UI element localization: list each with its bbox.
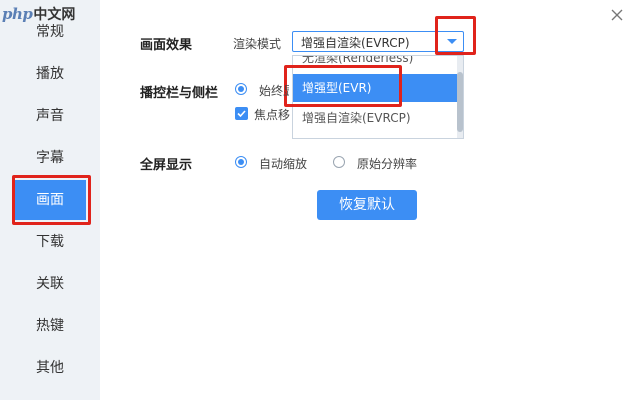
- auto-scale-radio-label: 自动缩放: [259, 157, 308, 171]
- sidebar-item-subtitles[interactable]: 字幕: [0, 138, 100, 178]
- picture-effect-label: 画面效果: [140, 38, 193, 53]
- sidebar-item-other[interactable]: 其他: [0, 348, 100, 388]
- chevron-down-icon: [447, 39, 457, 44]
- render-mode-dropdown-button[interactable]: [441, 32, 463, 51]
- render-mode-select[interactable]: 增强自渲染(EVRCP): [292, 31, 464, 52]
- controls-bar-label: 播控栏与侧栏: [140, 86, 219, 101]
- close-button[interactable]: [608, 6, 626, 24]
- sidebar-item-general[interactable]: 常规: [0, 12, 100, 52]
- always-show-radio[interactable]: [235, 83, 247, 95]
- original-resolution-radio[interactable]: [333, 156, 345, 168]
- auto-scale-radio[interactable]: [235, 156, 247, 168]
- focus-move-checkbox[interactable]: [235, 107, 248, 120]
- sidebar-item-playback[interactable]: 播放: [0, 54, 100, 94]
- original-resolution-radio-label: 原始分辨率: [357, 157, 418, 171]
- sidebar-item-download[interactable]: 下载: [0, 222, 100, 262]
- dropdown-option-renderless[interactable]: 无渲染(Renderless): [293, 56, 457, 72]
- focus-move-checkbox-label: 焦点移: [254, 108, 290, 122]
- sidebar: php 中文网 常规 播放 声音 字幕 画面 下载 关联 热键 其他: [0, 0, 100, 400]
- render-mode-value: 增强自渲染(EVRCP): [301, 36, 410, 50]
- always-show-radio-label: 始终显: [259, 84, 289, 98]
- dropdown-option-evrcp[interactable]: 增强自渲染(EVRCP): [293, 104, 457, 132]
- render-mode-dropdown-list: 无渲染(Renderless) 增强型(EVR) 增强自渲染(EVRCP): [292, 55, 464, 139]
- sidebar-item-sound[interactable]: 声音: [0, 96, 100, 136]
- render-mode-label: 渲染模式: [233, 37, 282, 51]
- checkmark-icon: [237, 110, 246, 118]
- sidebar-item-picture[interactable]: 画面: [14, 180, 86, 220]
- dropdown-scrollbar-thumb[interactable]: [457, 72, 463, 132]
- dropdown-option-evr[interactable]: 增强型(EVR): [293, 74, 457, 102]
- sidebar-item-association[interactable]: 关联: [0, 264, 100, 304]
- restore-defaults-button[interactable]: 恢复默认: [317, 190, 417, 220]
- fullscreen-label: 全屏显示: [140, 158, 193, 173]
- sidebar-item-hotkeys[interactable]: 热键: [0, 306, 100, 346]
- dropdown-scrollbar[interactable]: [457, 56, 463, 138]
- close-icon: [611, 9, 623, 21]
